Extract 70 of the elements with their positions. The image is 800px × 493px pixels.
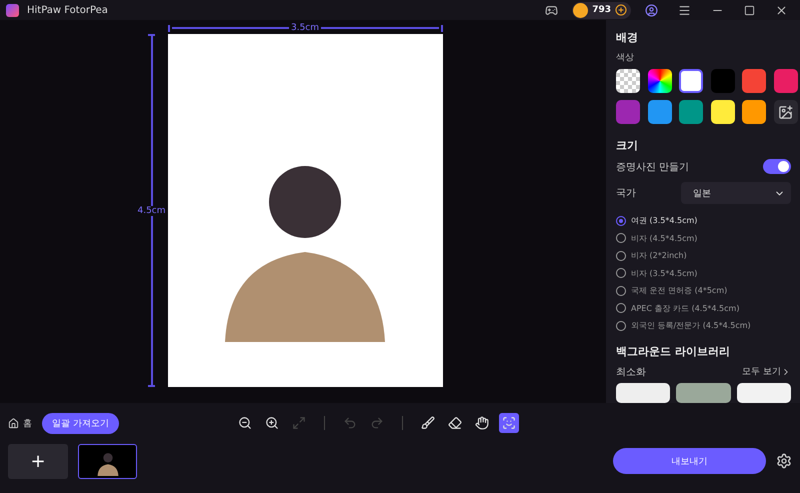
color-swatch[interactable] [616,100,640,124]
coin-icon [573,2,588,18]
batch-import-button[interactable]: 일괄 가져오기 [42,412,119,434]
color-swatch[interactable] [742,100,766,124]
section-title: 크기 [616,138,639,153]
color-swatch[interactable] [710,69,734,93]
menu-icon[interactable] [678,4,691,16]
window-title: HitPaw FotorPea [27,4,108,16]
add-coins-icon[interactable] [615,4,627,16]
background-thumbnail[interactable] [616,382,670,403]
add-image-icon [778,104,793,120]
radio-button[interactable] [616,268,626,278]
radio-button[interactable] [616,216,626,226]
redo-icon [370,416,384,430]
width-label: 3.5cm [290,23,320,33]
gamepad-icon[interactable] [545,4,558,16]
undo-icon [342,416,357,430]
account-icon[interactable] [645,4,658,16]
app-logo-icon [6,4,19,16]
size-option-label[interactable]: 여권 (3.5*4.5cm) [631,215,698,226]
radio-button[interactable] [616,286,626,296]
color-swatch[interactable] [742,69,766,93]
section-title: 배경 [616,30,639,45]
size-option-label[interactable]: 외국인 등록/전문가 (4.5*4.5cm) [631,320,751,332]
home-icon [8,418,19,428]
toggle-label: 증명사진 만들기 [616,160,690,174]
hand-icon [474,416,489,430]
color-swatch[interactable] [679,69,703,93]
height-label: 4.5cm [137,206,166,216]
section-title: 백그라운드 라이브러리 [616,344,731,359]
transparent-swatch[interactable] [616,69,640,93]
coin-count: 793 [592,5,611,15]
radio-button[interactable] [616,233,626,244]
country-label: 국가 [616,187,636,200]
color-label: 색상 [616,52,635,64]
eraser-icon [448,416,462,430]
background-thumbnail[interactable] [736,382,791,403]
size-option-label[interactable]: 국제 운전 면허증 (4*5cm) [631,285,728,296]
size-option-label[interactable]: 비자 (3.5*4.5cm) [631,268,698,279]
id-photo-toggle[interactable] [763,159,791,174]
zoom-out-icon [238,416,252,430]
color-wheel-swatch[interactable] [648,69,672,93]
settings-icon[interactable] [776,453,792,469]
background-thumbnail[interactable] [676,382,731,403]
radio-button[interactable] [616,320,626,331]
color-swatch[interactable] [710,100,734,124]
coin-balance[interactable]: 793 [572,2,631,18]
brush-icon [420,416,435,430]
export-button[interactable]: 내보내기 [613,448,766,474]
color-swatch[interactable] [648,100,672,124]
face-scan-icon [502,416,516,430]
add-image-button[interactable]: + [8,444,68,478]
expand-icon [292,416,306,430]
size-option-label[interactable]: 비자 (2*2inch) [631,250,687,262]
size-option-label[interactable]: 비자 (4.5*4.5cm) [631,232,698,244]
upload-image-button[interactable] [774,100,798,124]
color-swatch[interactable] [774,69,798,93]
home-button[interactable]: 홈 [8,416,32,430]
country-dropdown[interactable]: 일본 [681,182,791,204]
view-all-link[interactable]: 모두 보기 [742,365,791,378]
radio-button[interactable] [616,250,626,261]
color-swatch[interactable] [679,100,703,124]
image-thumbnail[interactable] [78,444,137,478]
zoom-in-icon [264,416,279,430]
category-label: 최소화 [616,366,646,379]
maximize-icon[interactable] [744,4,755,16]
close-icon[interactable] [775,4,788,16]
size-option-label[interactable]: APEC 출장 카드 (4.5*4.5cm) [631,302,740,314]
id-photo-button[interactable] [498,413,519,433]
radio-button[interactable] [616,303,626,314]
